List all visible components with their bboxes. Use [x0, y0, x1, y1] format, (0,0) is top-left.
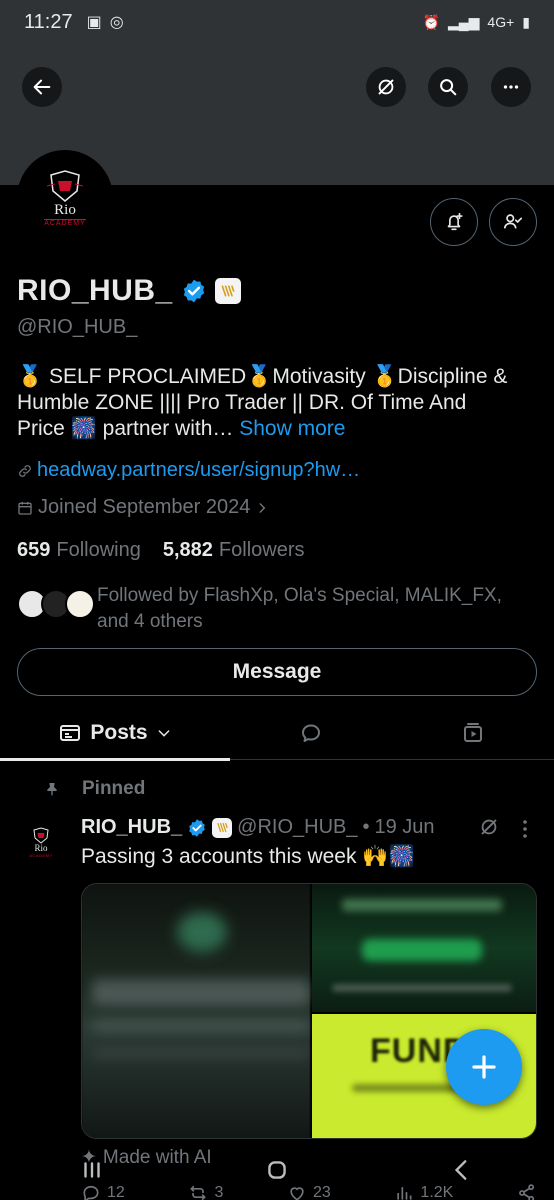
profile-avatar[interactable]: Rio ACADEMY	[17, 150, 113, 246]
profile-website[interactable]: headway.partners/user/signup?hw…	[17, 459, 360, 482]
bell-plus-icon	[447, 212, 463, 231]
joined-date-row[interactable]: Joined September 2024	[17, 496, 269, 519]
link-icon	[19, 464, 31, 477]
website-link[interactable]: headway.partners/user/signup?hw…	[37, 459, 360, 482]
grok-icon	[378, 79, 394, 95]
affiliate-logo-icon	[216, 822, 228, 833]
display-name: RIO_HUB_	[17, 274, 173, 307]
more-vertical-icon[interactable]	[518, 818, 532, 840]
grok-button[interactable]	[366, 67, 406, 107]
post-avatar-subtitle: ACADEMY	[29, 852, 53, 858]
pinned-label-row: Pinned	[44, 778, 145, 800]
pinned-label: Pinned	[82, 778, 146, 799]
shield-logo-icon	[47, 170, 83, 202]
affiliate-badge-icon[interactable]	[214, 278, 241, 304]
home-button[interactable]	[247, 1150, 307, 1190]
avatar-subtitle: ACADEMY	[44, 219, 86, 227]
chevron-left-icon	[454, 1160, 467, 1180]
chevron-right-icon	[259, 502, 266, 513]
chevron-down-icon	[158, 730, 169, 737]
calendar-icon	[18, 501, 32, 515]
followed-by-text: Followed by FlashXp, Ola's Special, MALI…	[97, 583, 537, 635]
back-button[interactable]	[22, 67, 62, 107]
profile-tabs: Posts	[0, 706, 554, 761]
tab-replies[interactable]	[230, 706, 392, 760]
shield-logo-icon	[33, 826, 49, 844]
post-date[interactable]: 19 Jun	[375, 816, 435, 839]
alarm-icon: ⏰	[422, 13, 440, 30]
gallery-notification-icon: ▣	[86, 14, 102, 31]
user-check-icon	[503, 214, 523, 229]
arrow-left-icon	[33, 79, 51, 95]
followed-by-row[interactable]: Followed by FlashXp, Ola's Special, MALI…	[17, 583, 537, 635]
tab-posts[interactable]: Posts	[0, 706, 230, 761]
search-icon	[440, 79, 457, 96]
battery-icon: ▮	[522, 13, 530, 30]
status-icons: ⏰ ▂▄▆ 4G+ ▮	[423, 14, 530, 31]
avatar-name: Rio	[54, 202, 76, 218]
message-button[interactable]: Message	[17, 648, 537, 696]
post-header: RIO_HUB_ @RIO_HUB_ • 19 Jun	[81, 816, 435, 839]
tab-posts-label: Posts	[90, 721, 148, 744]
profile-handle: @RIO_HUB_	[17, 316, 138, 338]
post-author-avatar[interactable]: Rio ACADEMY	[17, 818, 65, 866]
avatar	[65, 589, 95, 619]
compose-post-button[interactable]	[446, 1029, 522, 1105]
signal-icon: ▂▄▆	[447, 13, 480, 30]
tab-media[interactable]	[392, 706, 554, 760]
post-author-handle[interactable]: @RIO_HUB_	[237, 816, 357, 839]
more-horizontal-icon	[503, 85, 519, 89]
verified-badge-icon[interactable]	[181, 278, 207, 304]
verified-badge-icon	[189, 818, 205, 837]
posts-feed-icon	[60, 725, 81, 741]
search-button[interactable]	[428, 67, 468, 107]
followed-by-line-2: and 4 others	[97, 611, 203, 632]
home-icon	[268, 1161, 286, 1179]
following-label[interactable]: Following	[56, 539, 140, 562]
status-bar: 11:27 ▣ ◎ ⏰ ▂▄▆ 4G+ ▮	[0, 0, 554, 44]
affiliate-logo-icon	[221, 285, 235, 297]
bio-line-2: Humble ZONE |||| Pro Trader || DR. Of Ti…	[17, 391, 467, 414]
pin-icon	[47, 783, 57, 796]
post-author-name[interactable]: RIO_HUB_	[81, 816, 182, 839]
post-separator: •	[362, 816, 370, 838]
followed-by-line-1: Followed by FlashXp, Ola's Special, MALI…	[97, 585, 502, 606]
followers-label[interactable]: Followers	[219, 539, 305, 562]
video-play-icon	[464, 723, 482, 742]
notifications-button[interactable]	[430, 198, 478, 246]
post-image-2[interactable]	[312, 884, 536, 1012]
recent-apps-button[interactable]	[62, 1150, 122, 1190]
more-options-button[interactable]	[491, 67, 531, 107]
recent-apps-icon	[84, 1162, 101, 1178]
affiliate-badge-icon	[212, 817, 233, 838]
followers-count[interactable]: 5,882	[163, 539, 213, 562]
followers-you-know-avatars	[17, 589, 97, 619]
grok-icon[interactable]	[478, 816, 500, 838]
system-navigation-bar	[0, 1140, 554, 1200]
joined-date: Joined September 2024	[38, 496, 251, 518]
back-nav-button[interactable]	[432, 1150, 492, 1190]
following-button[interactable]	[489, 198, 537, 246]
speech-bubble-icon	[302, 724, 320, 742]
status-time: 11:27	[24, 10, 73, 33]
display-name-row: RIO_HUB_	[17, 274, 241, 308]
network-type: 4G+	[487, 14, 515, 30]
bio-line-3: Price 🎆 partner with…	[17, 417, 234, 440]
profile-bio: 🥇 SELF PROCLAIMED🥇Motivasity 🥇Discipline…	[17, 364, 537, 442]
whatsapp-notification-icon: ◎	[109, 14, 124, 31]
post-avatar-name: Rio	[34, 842, 48, 853]
following-count[interactable]: 659	[17, 539, 50, 562]
post-text: Passing 3 accounts this week 🙌🎆	[81, 845, 415, 868]
post-image-1[interactable]	[82, 884, 310, 1138]
bio-line-1: 🥇 SELF PROCLAIMED🥇Motivasity 🥇Discipline…	[17, 365, 508, 388]
show-more-link[interactable]: Show more	[239, 417, 345, 440]
plus-icon	[472, 1055, 496, 1079]
follow-stats: 659 Following 5,882 Followers	[17, 539, 305, 562]
